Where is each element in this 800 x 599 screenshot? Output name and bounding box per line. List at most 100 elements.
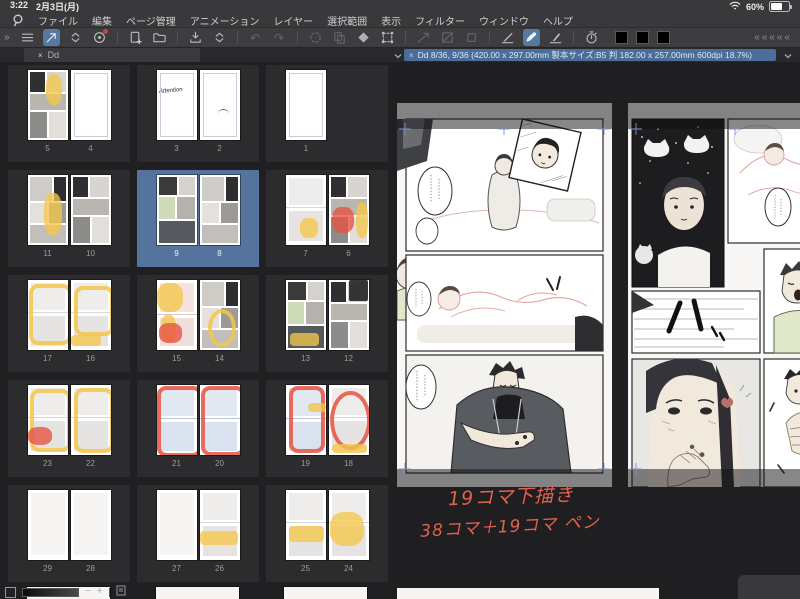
spread-thumbnail[interactable]: 17 16 [8,275,130,372]
spread-thumbnail[interactable]: 19 18 [266,380,388,477]
new-page-icon[interactable] [127,29,144,46]
redo-icon[interactable]: ↷ [271,29,288,46]
page-thumbnail[interactable] [27,385,68,455]
menu-item-0[interactable]: ファイル [38,13,78,28]
page-thumbnail[interactable] [70,280,111,350]
page-thumbnail[interactable] [70,385,111,455]
manga-page-right[interactable] [628,103,800,488]
page-thumbnail[interactable] [156,175,197,245]
page-thumbnail[interactable] [27,280,68,350]
spread-thumbnail[interactable]: 1 [266,65,388,162]
page-thumbnail[interactable] [328,175,369,245]
zoom-slider[interactable] [22,587,79,597]
stamp-icon[interactable] [463,29,480,46]
menu-item-7[interactable]: フィルター [415,13,465,28]
chevron-updown-icon[interactable] [67,29,84,46]
page-thumbnail[interactable] [156,385,197,455]
menu-item-1[interactable]: 編集 [92,13,112,28]
ruler-pen-icon[interactable] [499,29,516,46]
auto-action-timer-icon[interactable] [583,29,600,46]
page-thumbnail[interactable] [199,490,240,560]
select-fill-icon[interactable] [439,29,456,46]
spread-thumbnail[interactable]: 11 10 [8,170,130,267]
menu-item-4[interactable]: レイヤー [273,13,313,28]
document-tab[interactable]: × Dd 8/36, 9/36 (420.00 x 297.00mm 製本サイズ… [404,49,776,61]
spread-thumbnail[interactable]: 13 12 [266,275,388,372]
page-thumbnail[interactable] [328,490,369,560]
partial-spread-thumbnail[interactable] [284,587,367,599]
page-thumbnail[interactable] [156,280,197,350]
collapse-left-icon[interactable]: » [4,32,10,43]
menu-item-6[interactable]: 表示 [381,13,401,28]
spread-thumbnail[interactable]: 98 [137,170,259,267]
export-tray-icon[interactable] [187,29,204,46]
menu-item-8[interactable]: ウィンドウ [479,13,529,28]
page-thumbnail[interactable] [328,280,369,350]
spinner-icon[interactable] [307,29,324,46]
main-menu-icon[interactable] [19,29,36,46]
paste-icon[interactable] [331,29,348,46]
page-thumbnail[interactable] [27,70,68,140]
yellow-blob-annotation [355,201,368,238]
chevron-down-icon[interactable] [394,51,402,61]
single-page-view-icon[interactable] [116,585,126,599]
page-thumbnail[interactable]: Attention [156,70,197,140]
thumbnail-size-icon[interactable] [5,586,16,598]
menu-item-9[interactable]: ヘルプ [543,13,573,28]
page-thumbnail[interactable] [285,385,326,455]
chevron-updown-icon[interactable] [211,29,228,46]
undo-icon[interactable]: ↶ [247,29,264,46]
transform-frame-icon[interactable] [379,29,396,46]
spread-thumbnail[interactable]: 21 20 [137,380,259,477]
clip-studio-logo-icon[interactable] [12,14,24,27]
brush-icon[interactable] [522,29,540,46]
spread-thumbnail[interactable]: 23 22 [8,380,130,477]
page-thumbnail[interactable] [70,175,111,245]
spread-thumbnail[interactable]: 15 14 [137,275,259,372]
page-number: 4 [88,144,93,153]
page-thumbnail[interactable] [286,70,326,140]
menu-item-3[interactable]: アニメーション [190,13,260,28]
spread-thumbnail[interactable]: 29 28 [8,485,130,582]
canvas-area[interactable]: 19コマ下描き 38コマ＋19コマ ペン [393,62,800,599]
spread-thumbnail[interactable]: 25 24 [266,485,388,582]
zoom-in-button[interactable]: + [97,587,103,597]
spread-thumbnail[interactable]: 27 26 [137,485,259,582]
tab-bar: × Dd × Dd 8/36, 9/36 (420.00 x 297.00mm … [0,48,800,62]
page-thumbnail[interactable] [70,70,111,140]
page-thumbnail[interactable] [285,490,326,560]
page-thumbnail[interactable] [27,490,68,560]
page-manager-tab[interactable]: × Dd [24,48,200,62]
color-swatch-0[interactable] [614,31,628,44]
spread-thumbnail[interactable]: 54 [8,65,130,162]
close-icon[interactable]: × [409,51,414,60]
color-swatch-1[interactable] [635,31,649,44]
spread-thumbnail[interactable]: Attention 3 2 [137,65,259,162]
menu-item-2[interactable]: ページ管理 [126,13,176,28]
spread-thumbnail[interactable]: 76 [266,170,388,267]
eraser-icon[interactable] [355,29,372,46]
collapse-right-icon[interactable]: ««««« [754,32,796,43]
page-thumbnail[interactable] [70,490,111,560]
open-folder-icon[interactable] [151,29,168,46]
page-thumbnail[interactable] [199,175,240,245]
page-thumbnail[interactable] [199,385,240,455]
page-thumbnail[interactable] [156,490,197,560]
page-thumbnail[interactable] [199,280,240,350]
asset-library-icon[interactable] [91,29,108,46]
page-thumbnail[interactable] [27,175,68,245]
close-icon[interactable]: × [38,51,43,60]
select-line-icon[interactable] [415,29,432,46]
manga-page-left[interactable] [395,103,612,487]
page-thumbnail[interactable] [285,175,326,245]
pen-line-icon[interactable] [547,29,564,46]
zoom-out-button[interactable]: − [85,587,91,597]
page-thumbnail[interactable] [285,280,326,350]
page-thumbnail[interactable] [328,385,369,455]
chevron-down-icon[interactable] [784,51,792,61]
menu-item-5[interactable]: 選択範囲 [327,13,367,28]
tool-cursor-icon[interactable] [42,29,60,46]
color-swatch-2[interactable] [656,31,670,44]
page-number: 21 [172,459,181,468]
page-thumbnail[interactable] [199,70,240,140]
